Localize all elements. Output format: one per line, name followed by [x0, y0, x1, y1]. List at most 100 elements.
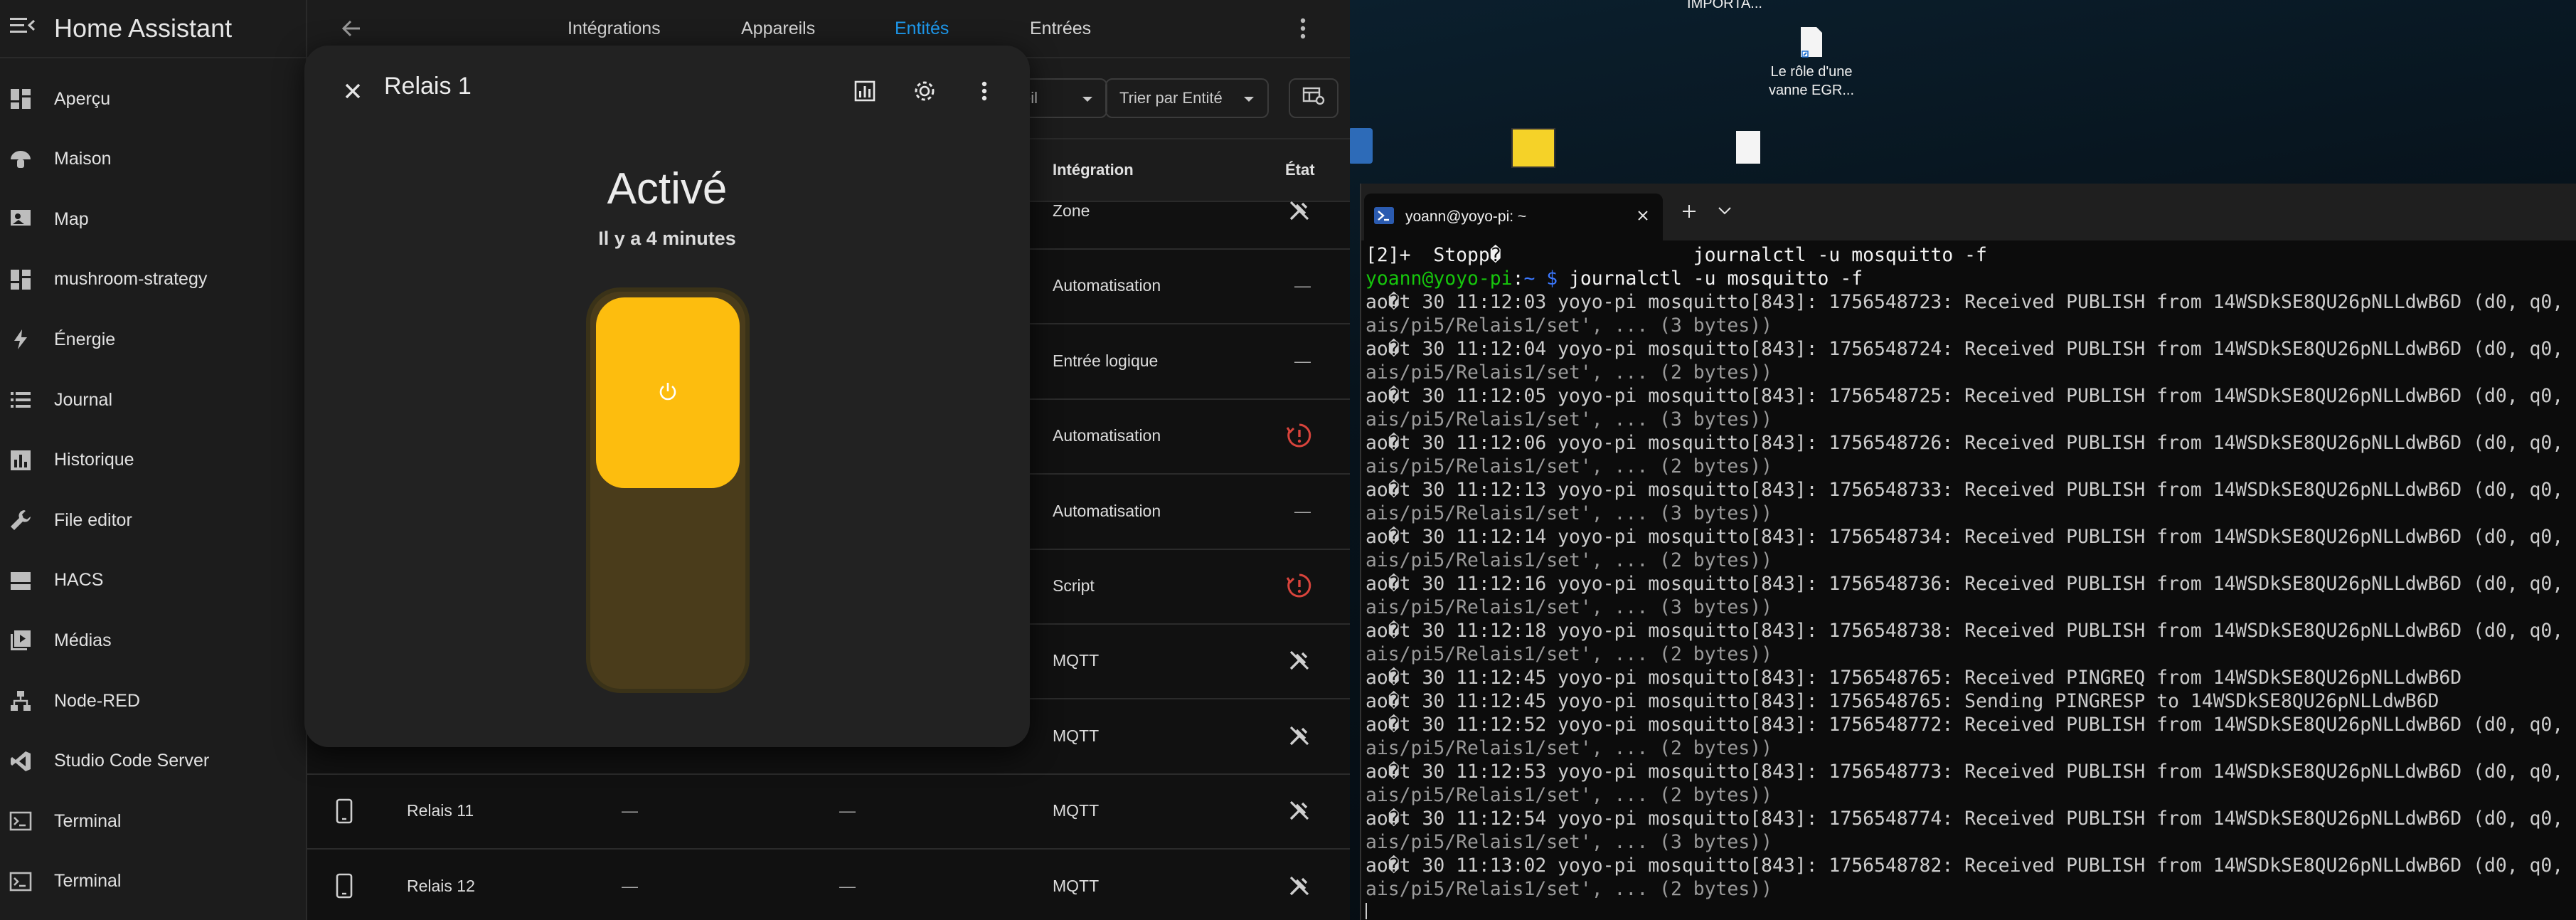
sidebar-item-label: Maison — [54, 149, 112, 169]
sidebar-item-maison[interactable]: Maison — [0, 134, 306, 185]
unavailable-icon — [1285, 646, 1314, 675]
new-tab-plus-icon[interactable] — [1680, 202, 1698, 224]
sidebar-item-hacs[interactable]: HACS — [0, 555, 306, 606]
sidebar-item-node-red[interactable]: Node-RED — [0, 675, 306, 726]
chart-icon — [9, 448, 33, 472]
unavailable-icon — [1285, 196, 1314, 225]
entity-integration: Automatisation — [1053, 501, 1161, 520]
back-arrow-icon[interactable] — [336, 13, 367, 44]
close-tab-icon[interactable] — [1636, 208, 1650, 226]
close-icon[interactable] — [333, 71, 373, 111]
document-shortcut-icon — [1799, 26, 1824, 58]
sidebar-item-journal[interactable]: Journal — [0, 374, 306, 425]
document-icon — [1736, 131, 1760, 164]
terminal-line: ao�t 30 11:12:06 yoyo-pi mosquitto[843]:… — [1366, 432, 2564, 454]
table-row[interactable]: Relais 11 — — MQTT — [307, 773, 1350, 850]
entity-integration: Automatisation — [1053, 276, 1161, 295]
list-icon — [9, 388, 33, 412]
desktop-icon-label: IMPORTA... — [1687, 0, 1762, 11]
terminal-line: ao�t 30 11:13:02 yoyo-pi mosquitto[843]:… — [1366, 855, 2564, 877]
sort-dropdown[interactable]: Trier par Entité — [1105, 78, 1269, 118]
entity-integration: Automatisation — [1053, 426, 1161, 445]
terminal-line: ais/pi5/Relais1/set', ... (3 bytes)) — [1366, 502, 1772, 524]
entity-integration: MQTT — [1053, 801, 1100, 820]
terminal-line: [2]+ Stopp� journalctl -u mosquitto -f — [1366, 244, 1987, 266]
image-file-icon — [1511, 128, 1555, 168]
terminal-line: ao�t 30 11:12:05 yoyo-pi mosquitto[843]:… — [1366, 385, 2564, 407]
sidebar-item-label: Historique — [54, 450, 134, 470]
sidebar-item-terminal[interactable]: Terminal — [0, 856, 306, 907]
history-chart-icon[interactable] — [845, 71, 885, 111]
menu-collapse-icon[interactable] — [10, 15, 38, 42]
sidebar-item-médias[interactable]: Médias — [0, 615, 306, 666]
last-changed: Il y a 4 minutes — [598, 228, 736, 249]
terminal-output[interactable]: [2]+ Stopp� journalctl -u mosquitto -f yo… — [1366, 243, 2576, 919]
wrench-icon — [9, 508, 33, 532]
sidebar-item-label: Terminal — [54, 810, 122, 831]
terminal-line: ao�t 30 11:12:03 yoyo-pi mosquitto[843]:… — [1366, 291, 2564, 313]
dashboard-icon — [9, 268, 33, 292]
unavailable-icon — [1285, 721, 1314, 750]
sidebar-item-label: Studio Code Server — [54, 751, 210, 771]
terminal-line: ao�t 30 11:12:53 yoyo-pi mosquitto[843]:… — [1366, 761, 2564, 783]
entity-integration: MQTT — [1053, 651, 1100, 670]
entity-integration: Zone — [1053, 201, 1090, 220]
terminal-line: ao�t 30 11:12:18 yoyo-pi mosquitto[843]:… — [1366, 620, 2564, 642]
desktop-icon-8x8-output[interactable] — [1491, 128, 1576, 168]
terminal-line: ais/pi5/Relais1/set', ... (2 bytes)) — [1366, 878, 1772, 900]
sidebar-header: Home Assistant — [0, 0, 306, 58]
lightning-icon — [9, 327, 33, 351]
desktop-icon-egr-doc[interactable]: Le rôle d'une vanne EGR... — [1758, 26, 1865, 100]
vscode-icon — [9, 749, 33, 773]
tab-label: Entités — [895, 18, 949, 38]
more-vert-icon[interactable] — [1296, 14, 1310, 43]
switch-on-thumb — [596, 297, 740, 488]
terminal-line: ais/pi5/Relais1/set', ... (3 bytes)) — [1366, 314, 1772, 337]
tab-dropdown-chevron-icon[interactable] — [1717, 205, 1733, 220]
terminal-line: ao�t 30 11:12:54 yoyo-pi mosquitto[843]:… — [1366, 808, 2564, 830]
power-icon — [656, 379, 680, 407]
powershell-icon — [1374, 206, 1394, 228]
entity-status: — — [1294, 351, 1311, 370]
desktop-icon-label: Le rôle d'une vanne EGR... — [1768, 64, 1855, 98]
sort-label: Trier par Entité — [1119, 89, 1223, 107]
desktop-icon-importa[interactable]: IMPORTA... — [1671, 0, 1778, 12]
desktop-icon-734[interactable] — [1705, 131, 1791, 164]
terminal-input-line[interactable] — [1366, 901, 2576, 919]
table-settings-button[interactable] — [1289, 78, 1338, 118]
sidebar-item-label: Map — [54, 208, 89, 229]
restored-warning-icon — [1285, 571, 1314, 600]
sidebar-item-mushroom-strategy[interactable]: mushroom-strategy — [0, 254, 306, 305]
terminal-line: ais/pi5/Relais1/set', ... (3 bytes)) — [1366, 831, 1772, 853]
terminal-line: ao�t 30 11:12:04 yoyo-pi mosquitto[843]:… — [1366, 338, 2564, 360]
sidebar-item-label: mushroom-strategy — [54, 269, 208, 290]
terminal-line: ao�t 30 11:12:14 yoyo-pi mosquitto[843]:… — [1366, 526, 2564, 548]
sidebar-item-historique[interactable]: Historique — [0, 435, 306, 486]
sidebar-item-file-editor[interactable]: File editor — [0, 495, 306, 546]
sidebar-item-studio-code-server[interactable]: Studio Code Server — [0, 736, 306, 787]
sidebar-item-aper-u[interactable]: Aperçu — [0, 73, 306, 125]
terminal-tab[interactable]: yoann@yoyo-pi: ~ — [1364, 194, 1663, 240]
more-vert-icon[interactable] — [964, 71, 1004, 111]
table-row[interactable]: Relais 12 — — MQTT — [307, 849, 1350, 920]
big-switch-toggle[interactable] — [586, 287, 750, 693]
terminal-line: ao�t 30 11:12:52 yoyo-pi mosquitto[843]:… — [1366, 714, 2564, 736]
tab-inputs[interactable]: Entrées — [1030, 0, 1091, 57]
terminal-window[interactable]: yoann@yoyo-pi: ~ [2]+ Stopp� journalctl … — [1360, 184, 2576, 920]
sidebar-item-terminal[interactable]: Terminal — [0, 795, 306, 847]
sidebar-item-énergie[interactable]: Énergie — [0, 314, 306, 365]
settings-gear-icon[interactable] — [905, 71, 944, 111]
entity-state: Activé — [607, 164, 728, 213]
desktop-icon-rter[interactable] — [1350, 128, 1377, 164]
device-phone-icon — [336, 849, 353, 920]
entity-device: — — [839, 801, 856, 820]
terminal-line: ais/pi5/Relais1/set', ... (2 bytes)) — [1366, 455, 1772, 477]
sidebar-item-map[interactable]: Map — [0, 194, 306, 245]
hacs-icon — [9, 569, 33, 593]
entity-area: — — [622, 801, 638, 820]
terminal-tab-title: yoann@yoyo-pi: ~ — [1405, 208, 1527, 225]
entity-name: Relais 12 — [407, 876, 475, 895]
sidebar-item-label: Node-RED — [54, 690, 140, 711]
terminal-line: ao�t 30 11:12:16 yoyo-pi mosquitto[843]:… — [1366, 573, 2564, 595]
entity-integration: MQTT — [1053, 726, 1100, 745]
